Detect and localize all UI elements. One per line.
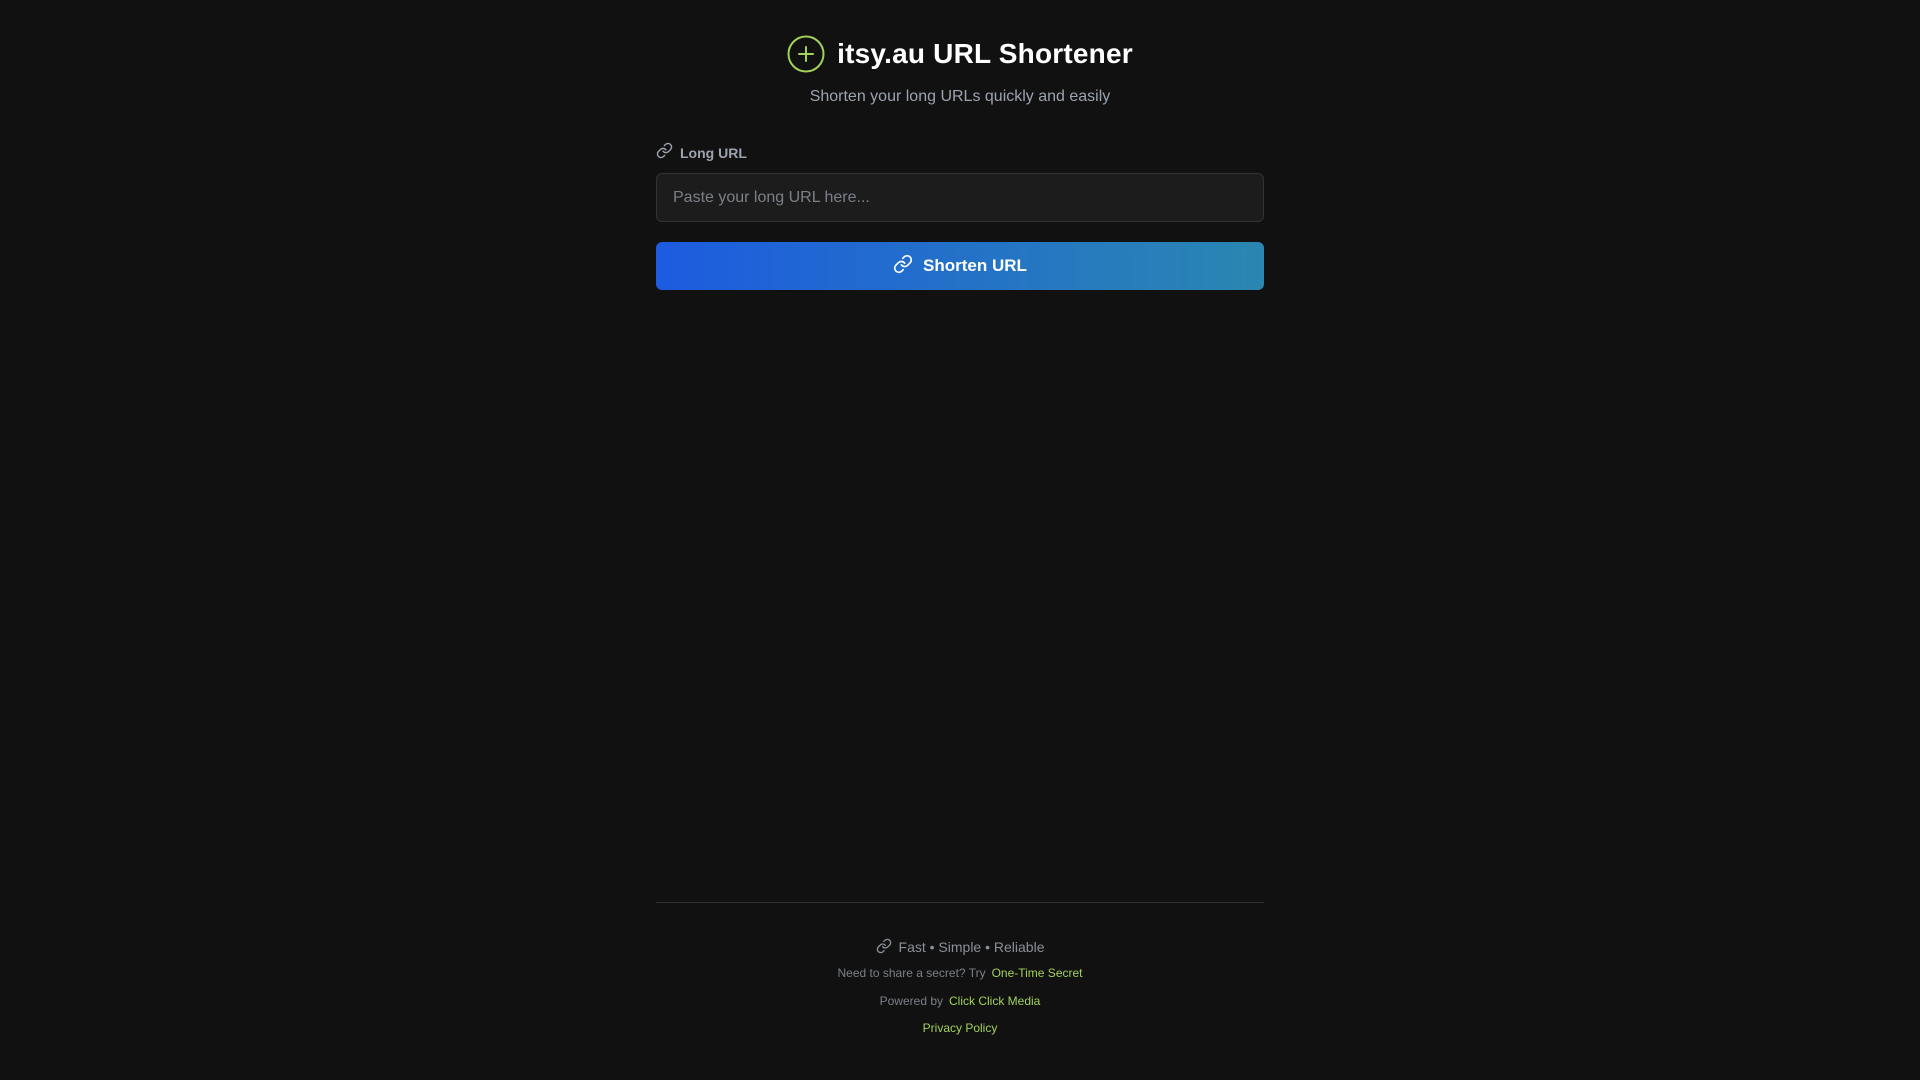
- title-row: itsy.au URL Shortener: [0, 34, 1920, 74]
- click-click-media-link[interactable]: Click Click Media: [949, 994, 1040, 1008]
- shorten-url-button-label: Shorten URL: [923, 256, 1027, 275]
- page: itsy.au URL Shortener Shorten your long …: [0, 0, 1920, 1080]
- link-icon: [893, 254, 913, 279]
- one-time-secret-link[interactable]: One-Time Secret: [992, 966, 1083, 980]
- tagline-row: Fast • Simple • Reliable: [656, 937, 1264, 957]
- secret-promo: Need to share a secret? Try One-Time Secr…: [656, 965, 1264, 981]
- long-url-label: Long URL: [680, 145, 747, 161]
- page-title: itsy.au URL Shortener: [837, 38, 1133, 69]
- long-url-label-row: Long URL: [656, 142, 1264, 164]
- link-icon: [656, 142, 673, 164]
- privacy-policy-link[interactable]: Privacy Policy: [923, 1021, 998, 1035]
- powered-by: Powered by Click Click Media: [656, 993, 1264, 1009]
- header: itsy.au URL Shortener Shorten your long …: [0, 34, 1920, 106]
- long-url-input[interactable]: [656, 173, 1264, 222]
- powered-by-text: Powered by: [879, 994, 943, 1008]
- tagline: Fast • Simple • Reliable: [898, 939, 1045, 955]
- shorten-url-button[interactable]: Shorten URL: [656, 242, 1264, 290]
- plus-circle-icon: [787, 35, 825, 73]
- page-subtitle: Shorten your long URLs quickly and easil…: [809, 88, 1111, 105]
- footer: Fast • Simple • Reliable Need to share a…: [656, 902, 1264, 1036]
- shorten-form: Long URL Shorten URL: [656, 142, 1264, 290]
- link-icon: [876, 938, 892, 957]
- privacy-row: Privacy Policy: [656, 1020, 1264, 1036]
- secret-promo-text: Need to share a secret? Try: [837, 966, 986, 980]
